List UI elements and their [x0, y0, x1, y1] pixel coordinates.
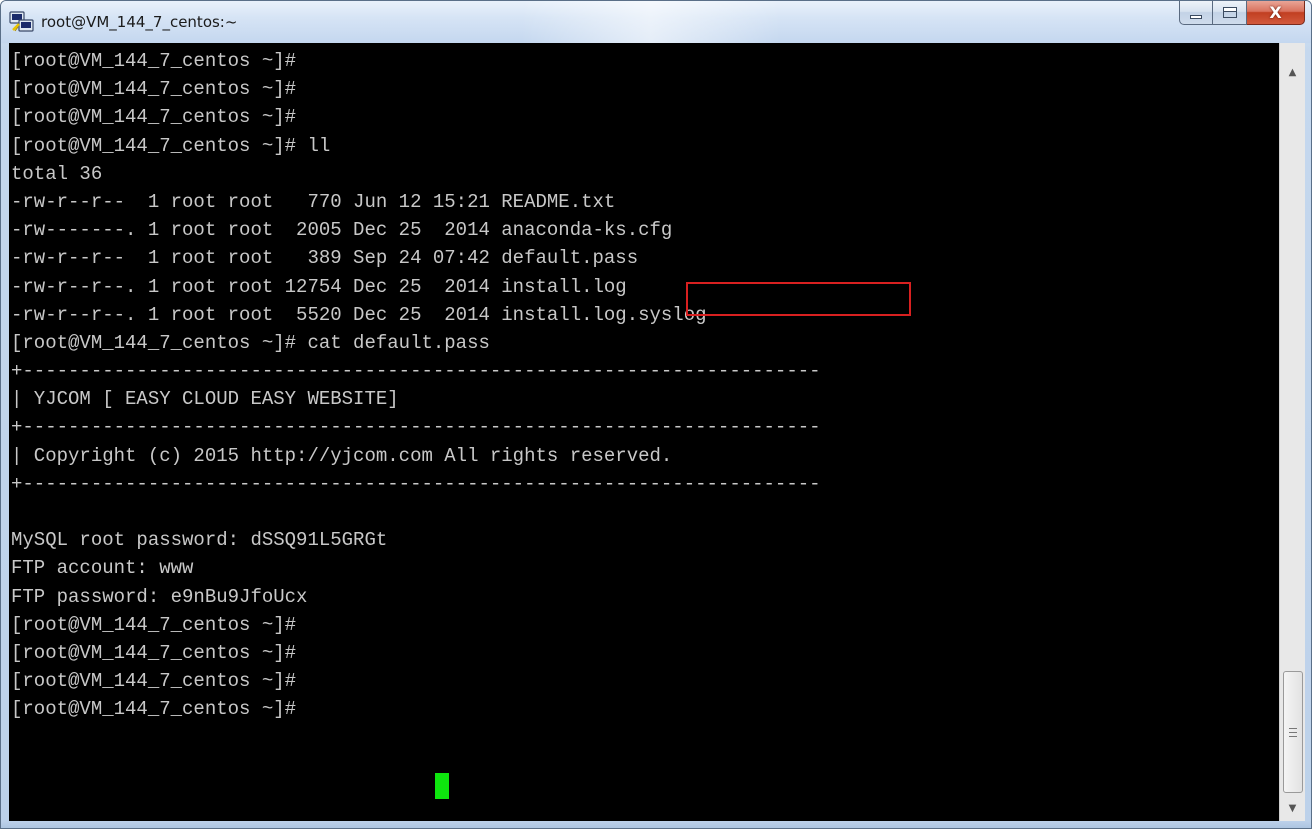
window-bottom-frame	[1, 821, 1311, 828]
terminal-line: [root@VM_144_7_centos ~]#	[11, 50, 297, 72]
highlight-box-default-pass	[686, 282, 911, 316]
minimize-icon	[1190, 14, 1202, 19]
maximize-icon	[1222, 7, 1237, 18]
putty-icon	[9, 11, 34, 32]
terminal-cursor	[435, 773, 449, 799]
terminal-line: [root@VM_144_7_centos ~]# cat default.pa…	[11, 331, 490, 354]
maximize-button[interactable]	[1213, 1, 1247, 25]
terminal-line: -rw-r--r-- 1 root root 389 Sep 24 07:42 …	[11, 247, 639, 270]
terminal-line: MySQL root password: dSSQ91L5GRGt	[11, 529, 388, 552]
terminal-line: [root@VM_144_7_centos ~]#	[11, 78, 297, 101]
terminal-output[interactable]: [root@VM_144_7_centos ~]# [root@VM_144_7_…	[9, 43, 1279, 821]
arrow-down-icon: ▼	[1288, 802, 1297, 814]
window-title: root@VM_144_7_centos:~	[41, 13, 238, 31]
vertical-scrollbar[interactable]: ▲ ▼	[1279, 43, 1305, 821]
terminal-line: | Copyright (c) 2015 http://yjcom.com Al…	[11, 444, 673, 467]
terminal-window: root@VM_144_7_centos:~ X [root@VM_144_7_…	[0, 0, 1312, 829]
terminal-line: -rw-------. 1 root root 2005 Dec 25 2014…	[11, 219, 673, 242]
terminal-line: -rw-r--r--. 1 root root 12754 Dec 25 201…	[11, 275, 627, 298]
terminal-line: -rw-r--r--. 1 root root 5520 Dec 25 2014…	[11, 303, 707, 326]
scrollbar-thumb[interactable]	[1283, 671, 1303, 793]
scroll-down-button[interactable]: ▼	[1280, 797, 1305, 819]
terminal-line: FTP account: www	[11, 557, 194, 580]
minimize-button[interactable]	[1179, 1, 1213, 25]
title-bar[interactable]: root@VM_144_7_centos:~ X	[1, 1, 1311, 43]
terminal-line: FTP password: e9nBu9JfoUcx	[11, 585, 308, 608]
grip-icon	[1289, 727, 1297, 737]
terminal-line: [root@VM_144_7_centos ~]#	[11, 106, 297, 129]
terminal-line: +---------------------------------------…	[11, 472, 821, 495]
close-icon: X	[1269, 2, 1282, 22]
terminal-line: [root@VM_144_7_centos ~]#	[11, 698, 297, 721]
close-button[interactable]: X	[1247, 1, 1305, 25]
terminal-line: -rw-r--r-- 1 root root 770 Jun 12 15:21 …	[11, 190, 616, 213]
arrow-up-icon: ▲	[1288, 66, 1297, 78]
terminal-line: +---------------------------------------…	[11, 416, 821, 439]
terminal-lines: [root@VM_144_7_centos ~]# [root@VM_144_7_…	[9, 47, 1279, 724]
terminal-line: total 36	[11, 162, 103, 185]
terminal-line: | YJCOM [ EASY CLOUD EASY WEBSITE]	[11, 388, 399, 411]
terminal-line: [root@VM_144_7_centos ~]#	[11, 613, 297, 636]
scroll-up-button[interactable]: ▲	[1280, 61, 1305, 83]
terminal-line: [root@VM_144_7_centos ~]#	[11, 670, 297, 693]
window-controls: X	[1179, 1, 1305, 25]
terminal-line: +---------------------------------------…	[11, 360, 821, 383]
terminal-line: [root@VM_144_7_centos ~]#	[11, 641, 297, 664]
terminal-line: [root@VM_144_7_centos ~]# ll	[11, 134, 331, 157]
